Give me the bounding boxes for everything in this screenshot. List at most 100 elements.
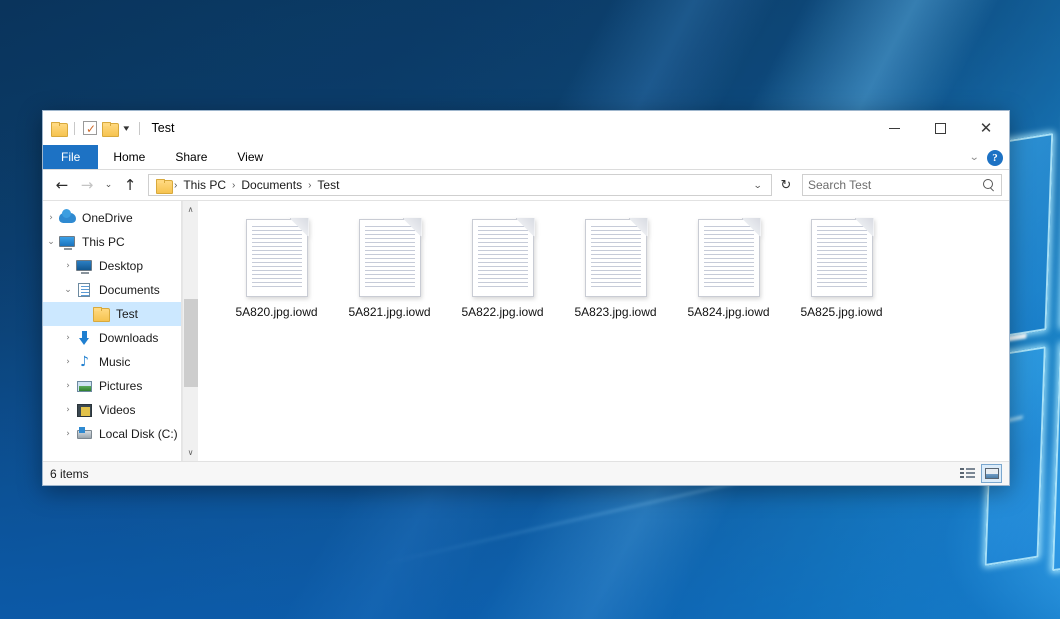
file-list-area[interactable]: 5A820.jpg.iowd 5A821.jpg.iowd xyxy=(198,201,1009,461)
tab-share[interactable]: Share xyxy=(160,145,222,169)
file-explorer-window: ✓ ▾ Test ✕ File Home Share View ⌄ ? xyxy=(42,110,1010,486)
maximize-button[interactable] xyxy=(917,111,963,145)
file-item[interactable]: 5A824.jpg.iowd xyxy=(672,215,785,343)
tab-home[interactable]: Home xyxy=(98,145,160,169)
sidebar-item-music[interactable]: › ♪ Music xyxy=(43,350,198,374)
tab-file[interactable]: File xyxy=(43,145,98,169)
maximize-icon xyxy=(935,123,946,134)
breadcrumb-folder-icon[interactable] xyxy=(156,179,171,192)
close-icon: ✕ xyxy=(980,121,993,136)
sidebar-item-label: OneDrive xyxy=(82,211,133,225)
search-input[interactable]: Search Test xyxy=(808,178,983,192)
item-count-label: 6 items xyxy=(50,467,957,481)
downloads-icon xyxy=(76,330,93,346)
sidebar-item-test[interactable]: Test xyxy=(43,302,198,326)
navigation-pane: › OneDrive ⌄ This PC › Desktop ⌄ xyxy=(43,201,198,461)
sidebar-item-local-disk-c[interactable]: › Local Disk (C:) xyxy=(43,422,198,446)
scroll-up-arrow-icon[interactable]: ∧ xyxy=(183,201,199,218)
close-button[interactable]: ✕ xyxy=(963,111,1009,145)
ribbon-right-controls: ⌄ ? xyxy=(970,145,1003,170)
file-name-label: 5A820.jpg.iowd xyxy=(232,304,320,320)
minimize-icon xyxy=(889,128,900,129)
toolbar-separator xyxy=(74,122,75,135)
sidebar-item-label: Test xyxy=(116,307,138,321)
sidebar-item-pictures[interactable]: › Pictures xyxy=(43,374,198,398)
file-item[interactable]: 5A820.jpg.iowd xyxy=(220,215,333,343)
file-name-label: 5A823.jpg.iowd xyxy=(571,304,659,320)
pictures-icon xyxy=(76,378,93,394)
scrollbar-track[interactable] xyxy=(183,218,199,444)
sidebar-item-label: Desktop xyxy=(99,259,143,273)
breadcrumb[interactable]: › This PC › Documents › Test ⌄ xyxy=(148,174,772,196)
folder-icon xyxy=(93,306,110,322)
file-item[interactable]: 5A823.jpg.iowd xyxy=(559,215,672,343)
breadcrumb-item-documents[interactable]: Documents xyxy=(236,178,307,192)
details-view-button[interactable] xyxy=(957,464,978,483)
help-icon[interactable]: ? xyxy=(987,150,1003,166)
breadcrumb-item-test[interactable]: Test xyxy=(312,178,344,192)
expander-chevron-right-icon[interactable]: › xyxy=(60,357,76,367)
file-name-label: 5A824.jpg.iowd xyxy=(684,304,772,320)
generic-file-icon xyxy=(472,219,534,297)
up-button[interactable]: ↑ xyxy=(118,173,142,197)
sidebar-item-documents[interactable]: ⌄ Documents xyxy=(43,278,198,302)
address-dropdown-chevron-down-icon[interactable]: ⌄ xyxy=(747,180,769,191)
search-icon[interactable] xyxy=(983,179,996,192)
sidebar-item-label: This PC xyxy=(82,235,125,249)
file-item[interactable]: 5A821.jpg.iowd xyxy=(333,215,446,343)
expander-chevron-right-icon[interactable]: › xyxy=(60,405,76,415)
forward-button[interactable]: → xyxy=(75,173,99,197)
expander-chevron-right-icon[interactable]: › xyxy=(60,429,76,439)
details-view-icon xyxy=(960,468,975,479)
expander-chevron-right-icon[interactable]: › xyxy=(60,381,76,391)
sidebar-item-videos[interactable]: › Videos xyxy=(43,398,198,422)
sidebar-item-label: Pictures xyxy=(99,379,142,393)
expander-chevron-down-icon[interactable]: ⌄ xyxy=(43,237,59,247)
search-box[interactable]: Search Test xyxy=(802,174,1002,196)
back-button[interactable]: ← xyxy=(50,173,74,197)
minimize-button[interactable] xyxy=(871,111,917,145)
generic-file-icon xyxy=(359,219,421,297)
ribbon-tab-strip: File Home Share View ⌄ ? xyxy=(43,145,1009,170)
videos-icon xyxy=(76,402,93,418)
expand-ribbon-chevron-down-icon[interactable]: ⌄ xyxy=(969,152,979,163)
sidebar-item-label: Local Disk (C:) xyxy=(99,427,178,441)
sidebar-item-onedrive[interactable]: › OneDrive xyxy=(43,206,198,230)
sidebar-item-label: Documents xyxy=(99,283,160,297)
computer-icon xyxy=(59,234,76,250)
sidebar-item-downloads[interactable]: › Downloads xyxy=(43,326,198,350)
file-name-label: 5A822.jpg.iowd xyxy=(458,304,546,320)
large-icons-view-icon xyxy=(985,468,999,479)
expander-chevron-right-icon[interactable]: › xyxy=(60,261,76,271)
scroll-down-arrow-icon[interactable]: ∨ xyxy=(183,444,199,461)
sidebar-item-label: Downloads xyxy=(99,331,158,345)
customize-chevron-icon[interactable]: ▾ xyxy=(121,124,132,133)
file-item[interactable]: 5A825.jpg.iowd xyxy=(785,215,898,343)
properties-icon[interactable]: ✓ xyxy=(83,121,97,135)
recent-locations-chevron-down-icon[interactable]: ⌄ xyxy=(100,173,117,197)
large-icons-view-button[interactable] xyxy=(981,464,1002,483)
expander-chevron-right-icon[interactable]: › xyxy=(60,333,76,343)
new-folder-icon[interactable] xyxy=(102,122,117,135)
navigation-scrollbar[interactable]: ∧ ∨ xyxy=(182,201,198,461)
scrollbar-thumb[interactable] xyxy=(184,299,198,387)
sidebar-item-label: Videos xyxy=(99,403,135,417)
breadcrumb-item-this-pc[interactable]: This PC xyxy=(178,178,231,192)
file-item[interactable]: 5A822.jpg.iowd xyxy=(446,215,559,343)
sidebar-item-this-pc[interactable]: ⌄ This PC xyxy=(43,230,198,254)
toolbar-separator xyxy=(139,122,140,135)
expander-chevron-down-icon[interactable]: ⌄ xyxy=(60,285,76,295)
expander-chevron-right-icon[interactable]: › xyxy=(43,213,59,223)
folder-icon[interactable] xyxy=(51,122,66,135)
desktop-icon xyxy=(76,258,93,274)
file-name-label: 5A821.jpg.iowd xyxy=(345,304,433,320)
refresh-button[interactable]: ↻ xyxy=(775,174,797,196)
cloud-icon xyxy=(59,210,76,226)
quick-access-toolbar: ✓ ▾ xyxy=(51,121,143,135)
view-toggle-group xyxy=(957,464,1002,483)
sidebar-item-desktop[interactable]: › Desktop xyxy=(43,254,198,278)
tab-view[interactable]: View xyxy=(222,145,278,169)
check-glyph: ✓ xyxy=(86,123,96,135)
file-grid: 5A820.jpg.iowd 5A821.jpg.iowd xyxy=(220,215,1009,343)
title-bar: ✓ ▾ Test ✕ xyxy=(43,111,1009,145)
